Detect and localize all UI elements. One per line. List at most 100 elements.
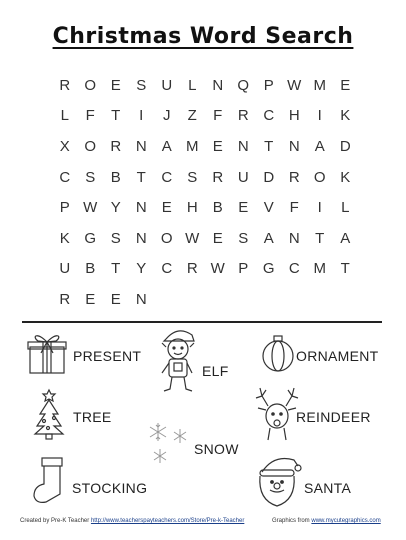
grid-letter: T (264, 137, 274, 155)
grid-letter: H (288, 107, 300, 125)
grid-letter: E (212, 137, 223, 155)
grid-letter: N (135, 229, 147, 247)
grid-letter: X (59, 137, 70, 155)
grid-letter: B (110, 168, 121, 186)
grid-letter: C (288, 260, 300, 278)
grid-letter: R (110, 137, 122, 155)
snowflake-icon (146, 420, 192, 466)
grid-letter: A (161, 137, 172, 155)
grid-letter: N (237, 137, 249, 155)
page-title: Christmas Word Search (52, 24, 354, 49)
grid-letter: N (135, 199, 147, 217)
grid-letter: G (84, 229, 97, 247)
grid-letter: N (135, 137, 147, 155)
grid-letter: C (263, 107, 275, 125)
footer-left-link[interactable]: http://www.teacherspayteachers.com/Store… (91, 518, 244, 524)
word-stocking: STOCKING (72, 480, 148, 496)
grid-letter: R (186, 260, 198, 278)
word-tree: TREE (73, 409, 112, 425)
grid-letter: W (287, 76, 302, 94)
grid-letter: F (85, 107, 95, 125)
grid-letter: Q (237, 76, 250, 94)
grid-letter: H (186, 199, 198, 217)
grid-letter: T (111, 260, 121, 278)
grid-letter: E (212, 229, 223, 247)
grid-letter: L (188, 76, 197, 94)
grid-letter: R (237, 107, 249, 125)
grid-letter: S (85, 168, 96, 186)
grid-letter: N (212, 76, 224, 94)
grid-letter: K (340, 107, 351, 125)
grid-letter: E (110, 76, 121, 94)
grid-letter: U (237, 168, 249, 186)
grid-letter: O (313, 168, 326, 186)
grid-letter: I (317, 199, 322, 217)
grid-letter: K (59, 229, 70, 247)
grid-letter: O (84, 137, 97, 155)
grid-letter: O (84, 76, 97, 94)
grid-letter: T (136, 168, 146, 186)
divider (22, 321, 382, 323)
grid-letter: M (186, 137, 199, 155)
grid-letter: I (139, 107, 144, 125)
grid-letter: B (85, 260, 96, 278)
grid-letter: R (59, 290, 71, 308)
grid-letter: A (263, 229, 274, 247)
grid-letter: N (288, 137, 300, 155)
grid-letter: Y (110, 199, 121, 217)
grid-letter: O (160, 229, 173, 247)
word-present: PRESENT (73, 348, 142, 364)
elf-icon (156, 325, 200, 395)
gift-icon (26, 331, 68, 375)
grid-letter: B (212, 199, 223, 217)
grid-letter: T (315, 229, 325, 247)
grid-letter: P (263, 76, 274, 94)
grid-letter: P (238, 260, 249, 278)
stocking-icon (30, 456, 68, 506)
grid-letter: K (340, 168, 351, 186)
word-ornament: ORNAMENT (296, 348, 379, 364)
grid-letter: G (262, 260, 275, 278)
grid-letter: R (59, 76, 71, 94)
grid-letter: W (185, 229, 200, 247)
grid-letter: I (317, 107, 322, 125)
grid-letter: T (111, 107, 121, 125)
footer-right-prefix: Graphics from (272, 518, 310, 524)
grid-letter: D (339, 137, 351, 155)
reindeer-icon (252, 386, 302, 442)
word-reindeer: REINDEER (296, 409, 371, 425)
grid-letter: W (210, 260, 225, 278)
grid-letter: V (263, 199, 274, 217)
grid-letter: D (263, 168, 275, 186)
grid-letter: S (187, 168, 198, 186)
grid-letter: M (313, 76, 327, 94)
grid-letter: C (59, 168, 71, 186)
grid-letter: T (340, 260, 350, 278)
grid-letter: F (289, 199, 299, 217)
grid-letter: S (136, 76, 147, 94)
grid-letter: A (314, 137, 325, 155)
footer-left-prefix: Created by Pre-K Teacher (20, 518, 90, 524)
footer-right-link[interactable]: www.mycutegraphics.com (311, 518, 380, 524)
grid-letter: W (83, 199, 98, 217)
grid-letter: E (238, 199, 249, 217)
grid-letter: C (161, 168, 173, 186)
word-santa: SANTA (304, 480, 352, 496)
footer-credit-left: Created by Pre-K Teacher http://www.teac… (20, 518, 244, 524)
grid-letter: E (110, 290, 121, 308)
grid-letter: N (135, 290, 147, 308)
grid-letter: E (161, 199, 172, 217)
grid-letter: J (163, 107, 171, 125)
tree-icon (32, 388, 66, 440)
grid-letter: S (110, 229, 121, 247)
grid-letter: A (340, 229, 351, 247)
grid-letter: U (161, 76, 173, 94)
grid-letter: E (85, 290, 96, 308)
grid-letter: Z (187, 107, 197, 125)
grid-letter: E (340, 76, 351, 94)
ornament-icon (260, 334, 296, 374)
santa-icon (254, 452, 302, 510)
grid-letter: S (238, 229, 249, 247)
letter-grid: ROESULNQPWMELFTIJZFRCHIKXORNAMENTNADCSBT… (52, 70, 358, 315)
grid-letter: M (313, 260, 327, 278)
